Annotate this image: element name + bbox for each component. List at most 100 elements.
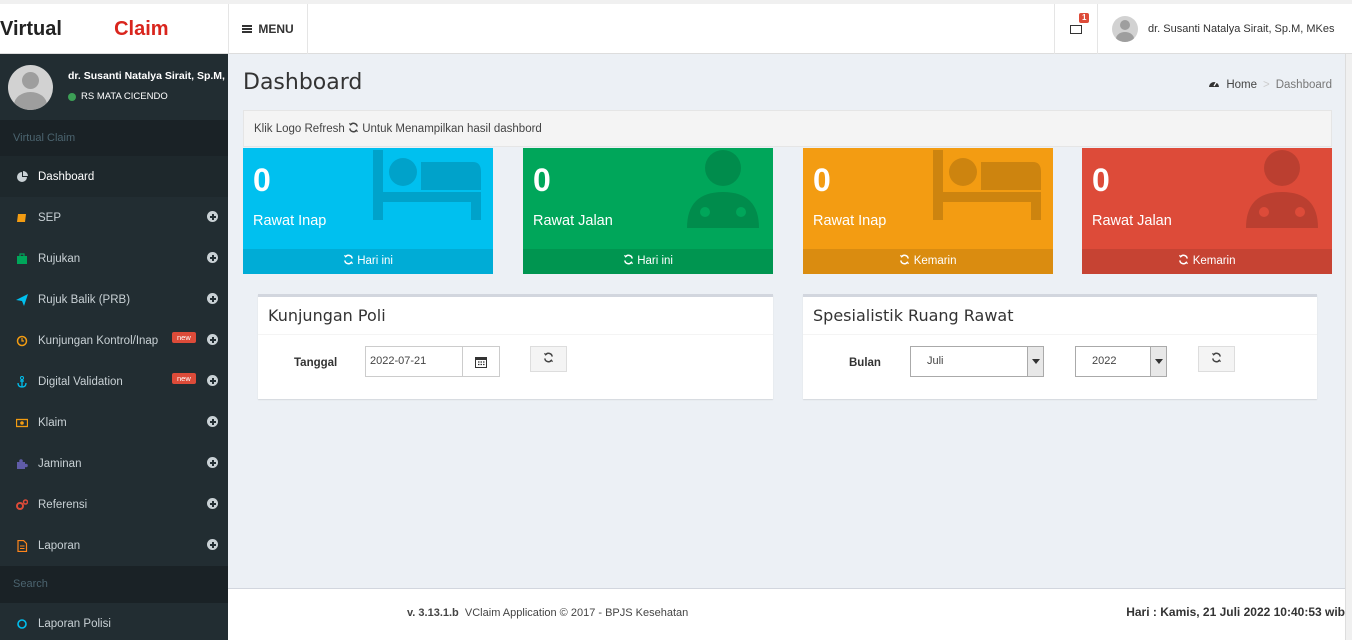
expand-plus-icon[interactable] xyxy=(207,334,218,345)
refresh-icon xyxy=(623,254,634,267)
stat-box-rawat-jalan-yesterday: 0 Rawat Jalan Kemarin xyxy=(1082,148,1332,274)
expand-plus-icon[interactable] xyxy=(207,293,218,304)
stat-footer-link[interactable]: Hari ini xyxy=(523,249,773,274)
sidebar-item-rujukan[interactable]: Rujukan xyxy=(0,238,228,279)
send-icon xyxy=(16,293,28,306)
breadcrumb: Home > Dashboard xyxy=(1208,78,1332,92)
callout-prefix: Klik Logo Refresh xyxy=(254,123,345,135)
page-scrollbar[interactable] xyxy=(1345,54,1352,640)
new-badge: new xyxy=(172,332,196,343)
sidebar-item-label: Referensi xyxy=(38,498,88,511)
logo-text-claim: Claim xyxy=(114,17,169,40)
sidebar-item-label: Rujuk Balik (PRB) xyxy=(38,293,131,306)
refresh-spesialistik-button[interactable] xyxy=(1198,346,1235,372)
bed-icon xyxy=(933,150,1043,225)
expand-plus-icon[interactable] xyxy=(207,211,218,222)
expand-plus-icon[interactable] xyxy=(207,416,218,427)
sidebar-user-status: RS MATA CICENDO xyxy=(68,91,168,102)
stat-value: 0 xyxy=(1092,162,1110,198)
sidebar-avatar xyxy=(8,65,53,110)
version-number: v. 3.13.1.b xyxy=(407,607,459,619)
chevron-down-icon xyxy=(1027,347,1043,376)
callout-suffix: Untuk Menampilkan hasil dashbord xyxy=(362,123,542,135)
refresh-icon[interactable] xyxy=(348,122,359,135)
app-logo[interactable]: Virtual Claim xyxy=(0,4,228,54)
sidebar-item-laporan[interactable]: Laporan xyxy=(0,525,228,566)
refresh-poli-button[interactable] xyxy=(530,346,567,372)
clock-icon xyxy=(16,335,28,347)
menu-toggle-button[interactable]: MENU xyxy=(228,4,308,54)
sidebar-item-jaminan[interactable]: Jaminan xyxy=(0,443,228,484)
sidebar-item-label: SEP xyxy=(38,211,62,224)
footer-version: v. 3.13.1.b VClaim Application © 2017 - … xyxy=(407,607,688,619)
sidebar-item-digital-validation[interactable]: Digital Validation new xyxy=(0,361,228,402)
avatar xyxy=(1112,16,1138,42)
refresh-icon xyxy=(543,352,554,366)
calendar-icon[interactable] xyxy=(463,347,499,376)
user-md-icon xyxy=(1242,150,1322,233)
stat-footer-label: Kemarin xyxy=(1192,255,1236,267)
messages-button[interactable]: 1 xyxy=(1054,4,1098,54)
stat-footer-link[interactable]: Hari ini xyxy=(243,249,493,274)
sidebar-item-label: Klaim xyxy=(38,416,67,429)
envelope-icon xyxy=(1070,24,1082,34)
footer-datetime: Hari : Kamis, 21 Juli 2022 10:40:53 wib xyxy=(1126,605,1345,619)
money-icon xyxy=(16,417,28,429)
sidebar-item-label: Digital Validation xyxy=(38,375,123,388)
refresh-icon xyxy=(1211,352,1222,366)
expand-plus-icon[interactable] xyxy=(207,539,218,550)
refresh-icon xyxy=(899,254,910,267)
kunjungan-poli-panel: Kunjungan Poli Tanggal 2022-07-21 xyxy=(258,294,773,399)
user-menu[interactable]: dr. Susanti Natalya Sirait, Sp.M, MKes xyxy=(1112,4,1334,54)
messages-badge: 1 xyxy=(1079,13,1090,23)
stat-value: 0 xyxy=(533,162,551,198)
chevron-down-icon xyxy=(1150,347,1166,376)
expand-plus-icon[interactable] xyxy=(207,375,218,386)
logo-text-virtual: Virtual xyxy=(0,17,62,40)
expand-plus-icon[interactable] xyxy=(207,457,218,468)
month-select-value: Juli xyxy=(927,355,944,367)
year-select-value: 2022 xyxy=(1092,355,1117,367)
month-select[interactable]: Juli xyxy=(910,346,1044,377)
date-picker[interactable]: 2022-07-21 xyxy=(365,346,500,377)
sidebar-item-kunjungan-kontrol[interactable]: Kunjungan Kontrol/Inap new xyxy=(0,320,228,361)
puzzle-icon xyxy=(16,458,28,470)
bed-icon xyxy=(373,150,483,225)
expand-plus-icon[interactable] xyxy=(207,498,218,509)
stat-footer-label: Hari ini xyxy=(357,255,393,267)
sidebar: dr. Susanti Natalya Sirait, Sp.M, RS MAT… xyxy=(0,54,228,640)
copyright-text: VClaim Application © 2017 - BPJS Kesehat… xyxy=(464,607,689,619)
expand-plus-icon[interactable] xyxy=(207,252,218,263)
sidebar-item-label: Laporan xyxy=(38,539,81,552)
sidebar-search-header: Search xyxy=(0,566,228,603)
breadcrumb-home[interactable]: Home xyxy=(1226,79,1257,91)
date-input[interactable]: 2022-07-21 xyxy=(366,347,463,376)
stat-label: Rawat Inap xyxy=(813,213,887,229)
menu-label: MENU xyxy=(258,22,294,36)
stat-box-rawat-inap-yesterday: 0 Rawat Inap Kemarin xyxy=(803,148,1053,274)
month-label: Bulan xyxy=(849,357,881,369)
year-select[interactable]: 2022 xyxy=(1075,346,1167,377)
sidebar-item-sep[interactable]: SEP xyxy=(0,197,228,238)
sidebar-item-referensi[interactable]: Referensi xyxy=(0,484,228,525)
sidebar-item-klaim[interactable]: Klaim xyxy=(0,402,228,443)
dashboard-icon xyxy=(16,170,28,183)
sidebar-user-hospital: RS MATA CICENDO xyxy=(81,91,168,102)
file-icon xyxy=(16,539,28,552)
stat-label: Rawat Jalan xyxy=(1092,213,1172,229)
stat-value: 0 xyxy=(813,162,831,198)
online-dot-icon xyxy=(68,92,76,101)
spesialistik-panel: Spesialistik Ruang Rawat Bulan Juli 2022 xyxy=(803,294,1317,399)
sidebar-section-header: Virtual Claim xyxy=(0,120,228,156)
sidebar-item-dashboard[interactable]: Dashboard xyxy=(0,156,228,197)
header-user-name: dr. Susanti Natalya Sirait, Sp.M, MKes xyxy=(1148,23,1335,35)
sidebar-item-label: Laporan Polisi xyxy=(38,617,111,630)
sidebar-item-laporan-polisi[interactable]: Laporan Polisi xyxy=(0,603,228,640)
sidebar-item-rujuk-balik[interactable]: Rujuk Balik (PRB) xyxy=(0,279,228,320)
stat-footer-link[interactable]: Kemarin xyxy=(1082,249,1332,274)
book-icon xyxy=(16,212,28,224)
sidebar-item-label: Jaminan xyxy=(38,457,82,470)
panel-title: Kunjungan Poli xyxy=(258,297,773,335)
top-header: Virtual Claim MENU 1 dr. Susanti Natalya … xyxy=(0,0,1352,54)
stat-footer-link[interactable]: Kemarin xyxy=(803,249,1053,274)
